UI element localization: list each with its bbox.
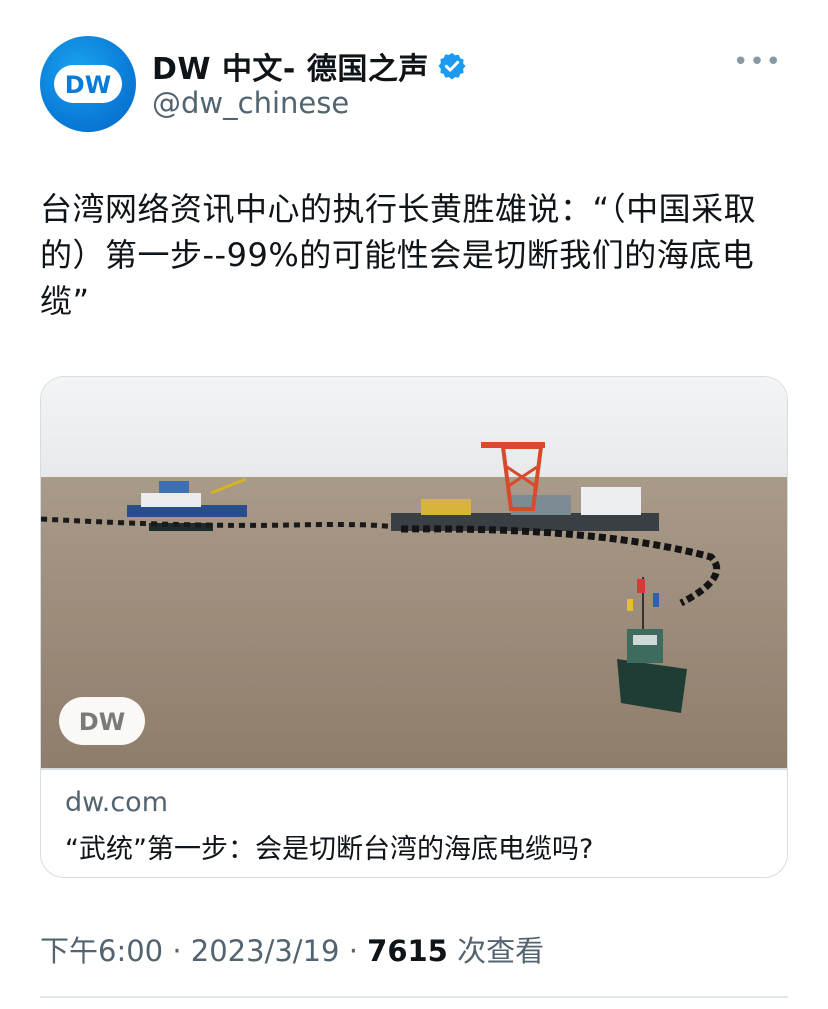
meta-separator: · xyxy=(163,934,191,968)
display-name[interactable]: DW 中文- 德国之声 xyxy=(152,44,429,88)
views-count[interactable]: 7615 xyxy=(367,934,448,968)
card-domain: dw.com xyxy=(65,787,168,818)
account-handle[interactable]: @dw_chinese xyxy=(152,86,349,120)
svg-text:DW: DW xyxy=(79,708,125,736)
link-card[interactable]: DW dw.com “武统”第一步：会是切断台湾的海底电缆吗? xyxy=(40,376,788,878)
views-label: 次查看 xyxy=(447,934,545,968)
avatar[interactable]: DW xyxy=(40,36,136,132)
tweet-time[interactable]: 下午6:00 xyxy=(40,934,163,968)
more-options-icon[interactable]: ••• xyxy=(733,49,782,75)
meta-separator: · xyxy=(339,934,368,968)
tweet-text: 台湾网络资讯中心的执行长黄胜雄说：“（中国采取的）第一步--99%的可能性会是切… xyxy=(40,190,757,320)
dw-watermark-icon: DW xyxy=(59,697,145,745)
account-name-row: DW 中文- 德国之声 xyxy=(152,44,467,88)
card-title[interactable]: “武统”第一步：会是切断台湾的海底电缆吗? xyxy=(65,827,593,866)
tweet-date[interactable]: 2023/3/19 xyxy=(191,934,340,968)
card-image[interactable]: DW xyxy=(41,377,787,769)
svg-text:DW: DW xyxy=(65,71,111,99)
divider xyxy=(40,996,788,998)
verified-badge-icon xyxy=(438,52,466,80)
dw-logo-icon: DW xyxy=(54,65,122,103)
card-divider xyxy=(41,768,787,770)
tweet-meta: 下午6:00 · 2023/3/19 · 7615 次查看 xyxy=(40,928,544,970)
